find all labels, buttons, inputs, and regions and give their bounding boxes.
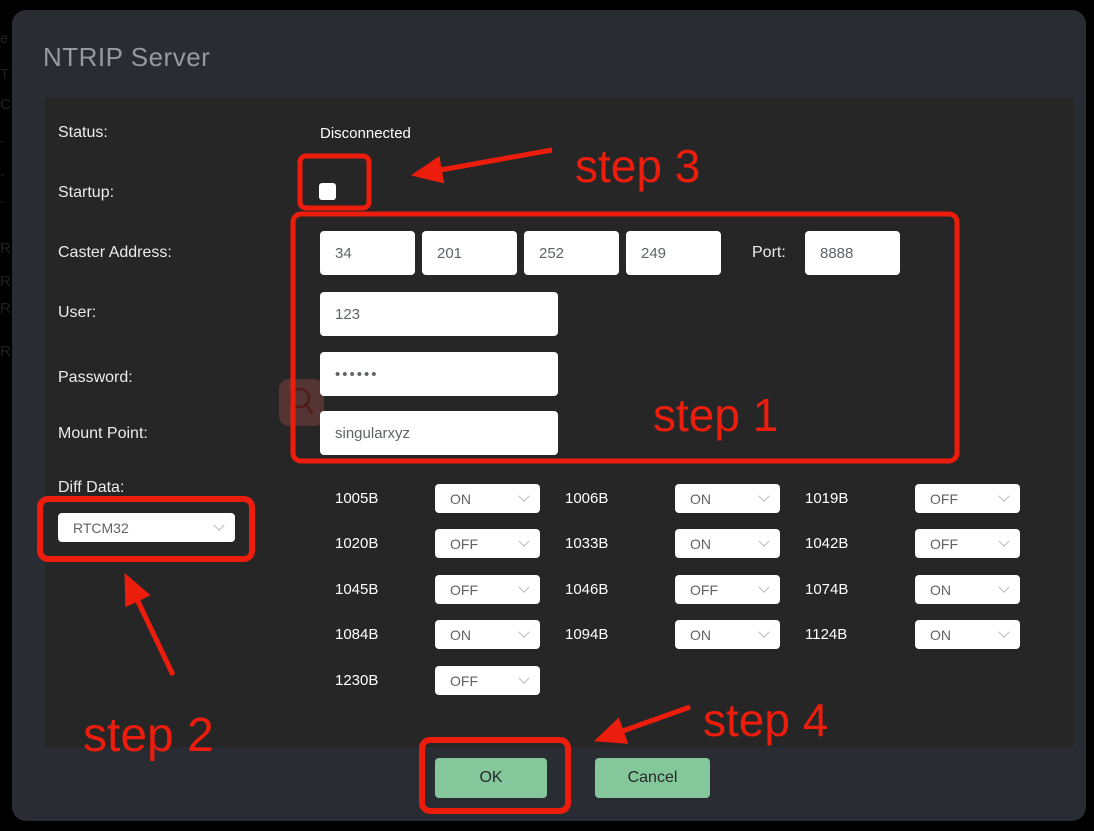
background-glyph: C (0, 96, 11, 113)
chevron-down-icon (998, 490, 1009, 501)
chevron-down-icon (998, 626, 1009, 637)
msg-1042b-value: OFF (930, 536, 958, 552)
page: e T C - - - RI R RI R NTRIP Server Statu… (0, 0, 1094, 831)
msg-1045b-label: 1045B (335, 581, 378, 598)
msg-1020b-value: OFF (450, 536, 478, 552)
chevron-down-icon (518, 626, 529, 637)
msg-1005b-value: ON (450, 491, 471, 507)
chevron-down-icon (518, 672, 529, 683)
msg-1124b-value: ON (930, 627, 951, 643)
msg-1045b-value: OFF (450, 582, 478, 598)
chevron-down-icon (998, 535, 1009, 546)
background-glyph: e (0, 30, 8, 47)
msg-1094b-value: ON (690, 627, 711, 643)
msg-1019b-select[interactable]: OFF (915, 484, 1020, 513)
msg-1045b-select[interactable]: OFF (435, 575, 540, 604)
status-label: Status: (58, 124, 108, 142)
msg-1020b-label: 1020B (335, 535, 378, 552)
msg-1124b-select[interactable]: ON (915, 620, 1020, 649)
msg-1084b-select[interactable]: ON (435, 620, 540, 649)
msg-1124b-label: 1124B (805, 626, 847, 643)
background-glyph: T (0, 66, 9, 83)
chevron-down-icon (518, 535, 529, 546)
password-label: Password: (58, 369, 133, 387)
msg-1033b-label: 1033B (565, 535, 608, 552)
msg-1006b-select[interactable]: ON (675, 484, 780, 513)
diff-data-select[interactable]: RTCM32 (58, 513, 235, 542)
chevron-down-icon (758, 535, 769, 546)
ip-octet-3-input[interactable] (524, 231, 619, 275)
msg-1074b-value: ON (930, 582, 951, 598)
msg-1006b-label: 1006B (565, 490, 608, 507)
chevron-down-icon (518, 581, 529, 592)
status-value: Disconnected (320, 125, 411, 142)
msg-1084b-label: 1084B (335, 626, 378, 643)
msg-1046b-label: 1046B (565, 581, 608, 598)
msg-1033b-select[interactable]: ON (675, 529, 780, 558)
msg-1230b-label: 1230B (335, 672, 378, 689)
msg-1042b-select[interactable]: OFF (915, 529, 1020, 558)
background-glyph: R (0, 273, 11, 290)
ip-octet-4-input[interactable] (626, 231, 721, 275)
msg-1005b-label: 1005B (335, 490, 378, 507)
diff-data-value: RTCM32 (73, 520, 129, 536)
dialog-title: NTRIP Server (43, 42, 210, 73)
background-glyph: - (0, 133, 5, 150)
diff-data-label: Diff Data: (58, 479, 124, 497)
msg-1230b-value: OFF (450, 673, 478, 689)
background-glyph: - (0, 193, 5, 210)
mount-point-input[interactable] (320, 411, 558, 455)
caster-address-label: Caster Address: (58, 244, 172, 262)
background-glyph: R (0, 343, 11, 360)
msg-1084b-value: ON (450, 627, 471, 643)
chevron-down-icon (758, 490, 769, 501)
msg-1006b-value: ON (690, 491, 711, 507)
user-input[interactable] (320, 292, 558, 336)
chevron-down-icon (998, 581, 1009, 592)
msg-1042b-label: 1042B (805, 535, 848, 552)
msg-1094b-label: 1094B (565, 626, 608, 643)
msg-1005b-select[interactable]: ON (435, 484, 540, 513)
msg-1046b-select[interactable]: OFF (675, 575, 780, 604)
msg-1020b-select[interactable]: OFF (435, 529, 540, 558)
msg-1230b-select[interactable]: OFF (435, 666, 540, 695)
port-input[interactable] (805, 231, 900, 275)
msg-1074b-select[interactable]: ON (915, 575, 1020, 604)
cancel-button[interactable]: Cancel (595, 758, 710, 798)
ok-button[interactable]: OK (435, 758, 547, 798)
startup-label: Startup: (58, 184, 114, 202)
port-label: Port: (752, 244, 786, 262)
startup-checkbox[interactable] (319, 183, 336, 200)
msg-1019b-value: OFF (930, 491, 958, 507)
mount-point-label: Mount Point: (58, 425, 148, 443)
msg-1046b-value: OFF (690, 582, 718, 598)
msg-1074b-label: 1074B (805, 581, 848, 598)
user-label: User: (58, 304, 96, 322)
form-panel (45, 98, 1074, 747)
ip-octet-1-input[interactable] (320, 231, 415, 275)
msg-1033b-value: ON (690, 536, 711, 552)
magnifier-overlay-icon (279, 379, 324, 426)
ip-octet-2-input[interactable] (422, 231, 517, 275)
background-glyph: - (0, 166, 5, 183)
password-input[interactable] (320, 352, 558, 396)
chevron-down-icon (213, 519, 224, 530)
msg-1019b-label: 1019B (805, 490, 848, 507)
msg-1094b-select[interactable]: ON (675, 620, 780, 649)
chevron-down-icon (758, 581, 769, 592)
chevron-down-icon (518, 490, 529, 501)
chevron-down-icon (758, 626, 769, 637)
